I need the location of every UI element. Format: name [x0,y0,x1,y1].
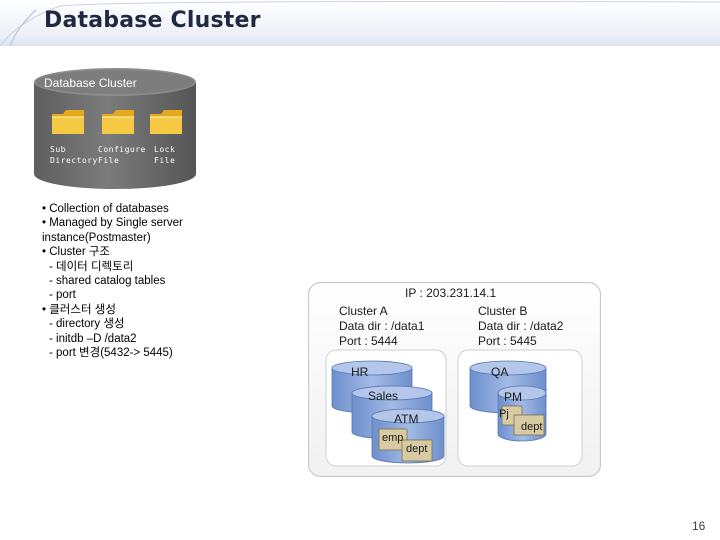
bullet-subline: - port 변경(5432-> 5445) [49,347,173,360]
bullet-subline: - 데이터 디렉토리 [49,260,134,273]
table-label-dept-b: dept [521,421,543,433]
table-label-dept: dept [406,443,428,455]
folder-icon [102,110,134,134]
bullet-subline: - port [49,289,76,302]
slide: Database Cluster Database Cluster Sub Dir… [0,0,720,540]
cluster-b-data-dir: Data dir : /data2 [478,319,564,333]
folder-label-sub-directory: Sub Directory [50,145,98,165]
db-label-atm: ATM [394,412,419,426]
folder-label-lock-file: Lock File [154,145,176,165]
folder-icon [52,110,84,134]
cluster-label: Database Cluster [44,76,137,90]
table-label-pj: Pj [499,408,509,420]
folder-label-configure-file: Configure File [98,145,146,165]
bullet-line: instance(Postmaster) [42,231,151,244]
bullet-line: • 클러스터 생성 [42,303,116,316]
cluster-b-port: Port : 5445 [478,334,537,348]
server-ip: IP : 203.231.14.1 [405,286,497,300]
cluster-a-name: Cluster A [339,304,388,318]
bullet-line: • Collection of databases [42,203,169,215]
cluster-b-name: Cluster B [478,304,528,318]
bullet-subline: - directory 생성 [49,318,125,331]
page-title: Database Cluster [44,8,261,33]
bullet-list: • Collection of databases • Managed by S… [42,202,212,360]
bullet-line: • Cluster 구조 [42,246,111,259]
server-diagram: IP : 203.231.14.1 Cluster A Data dir : /… [308,282,601,477]
db-label-hr: HR [351,365,369,379]
db-label-pm: PM [504,390,522,404]
folder-icon [150,110,182,134]
bullet-line: • Managed by Single server [42,217,183,230]
db-label-qa: QA [491,365,509,379]
cluster-a-data-dir: Data dir : /data1 [339,319,425,333]
bullet-subline: - shared catalog tables [49,275,166,288]
bullet-subline: - initdb –D /data2 [49,332,137,345]
page-number: 16 [692,519,706,533]
cluster-a-port: Port : 5444 [339,334,398,348]
db-label-sales: Sales [368,389,399,403]
table-label-emp: emp [382,432,404,444]
